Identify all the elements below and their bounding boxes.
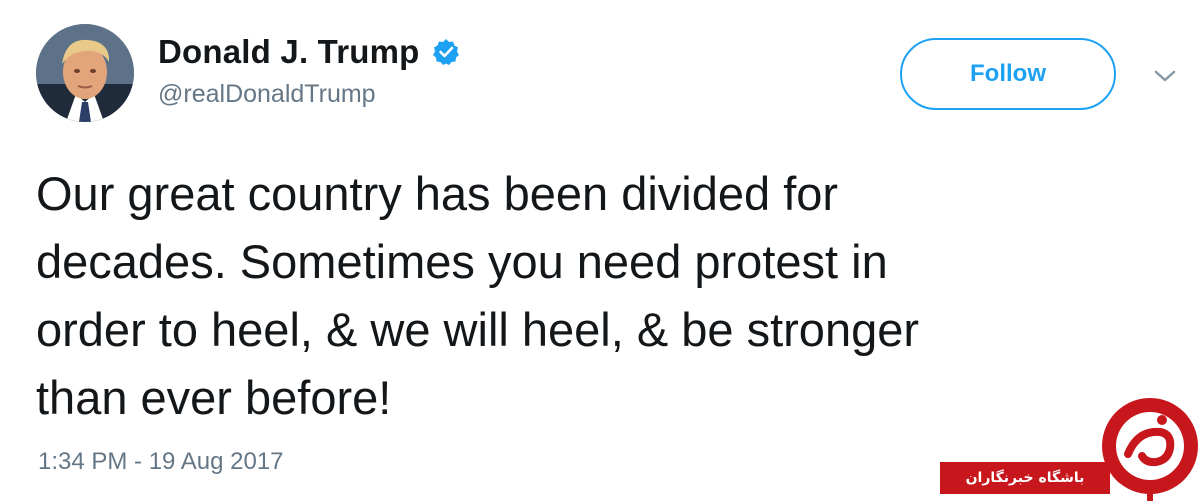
- tweet-timestamp[interactable]: 1:34 PM - 19 Aug 2017: [38, 448, 284, 476]
- watermark: باشگاه خبرنگاران: [940, 390, 1200, 501]
- tweet-text-line: than ever before!: [36, 371, 392, 424]
- user-handle[interactable]: @realDonaldTrump: [158, 80, 376, 109]
- tweet-text-line: Our great country has been divided for: [36, 167, 839, 220]
- tweet-text-line: order to heel, & we will heel, & be stro…: [36, 303, 920, 356]
- tweet-card: Donald J. Trump @realDonaldTrump Follow …: [0, 0, 1200, 501]
- name-row: Donald J. Trump: [158, 30, 460, 74]
- verified-badge-icon: [432, 38, 460, 66]
- follow-button[interactable]: Follow: [900, 38, 1116, 110]
- avatar[interactable]: [36, 24, 134, 122]
- display-name[interactable]: Donald J. Trump: [158, 33, 420, 71]
- chevron-down-icon[interactable]: [1152, 66, 1178, 86]
- profile-photo-icon: [36, 24, 134, 122]
- tweet-text-line: decades. Sometimes you need protest in: [36, 235, 888, 288]
- watermark-text: باشگاه خبرنگاران: [965, 470, 1085, 486]
- watermark-logo-icon: [1102, 398, 1198, 501]
